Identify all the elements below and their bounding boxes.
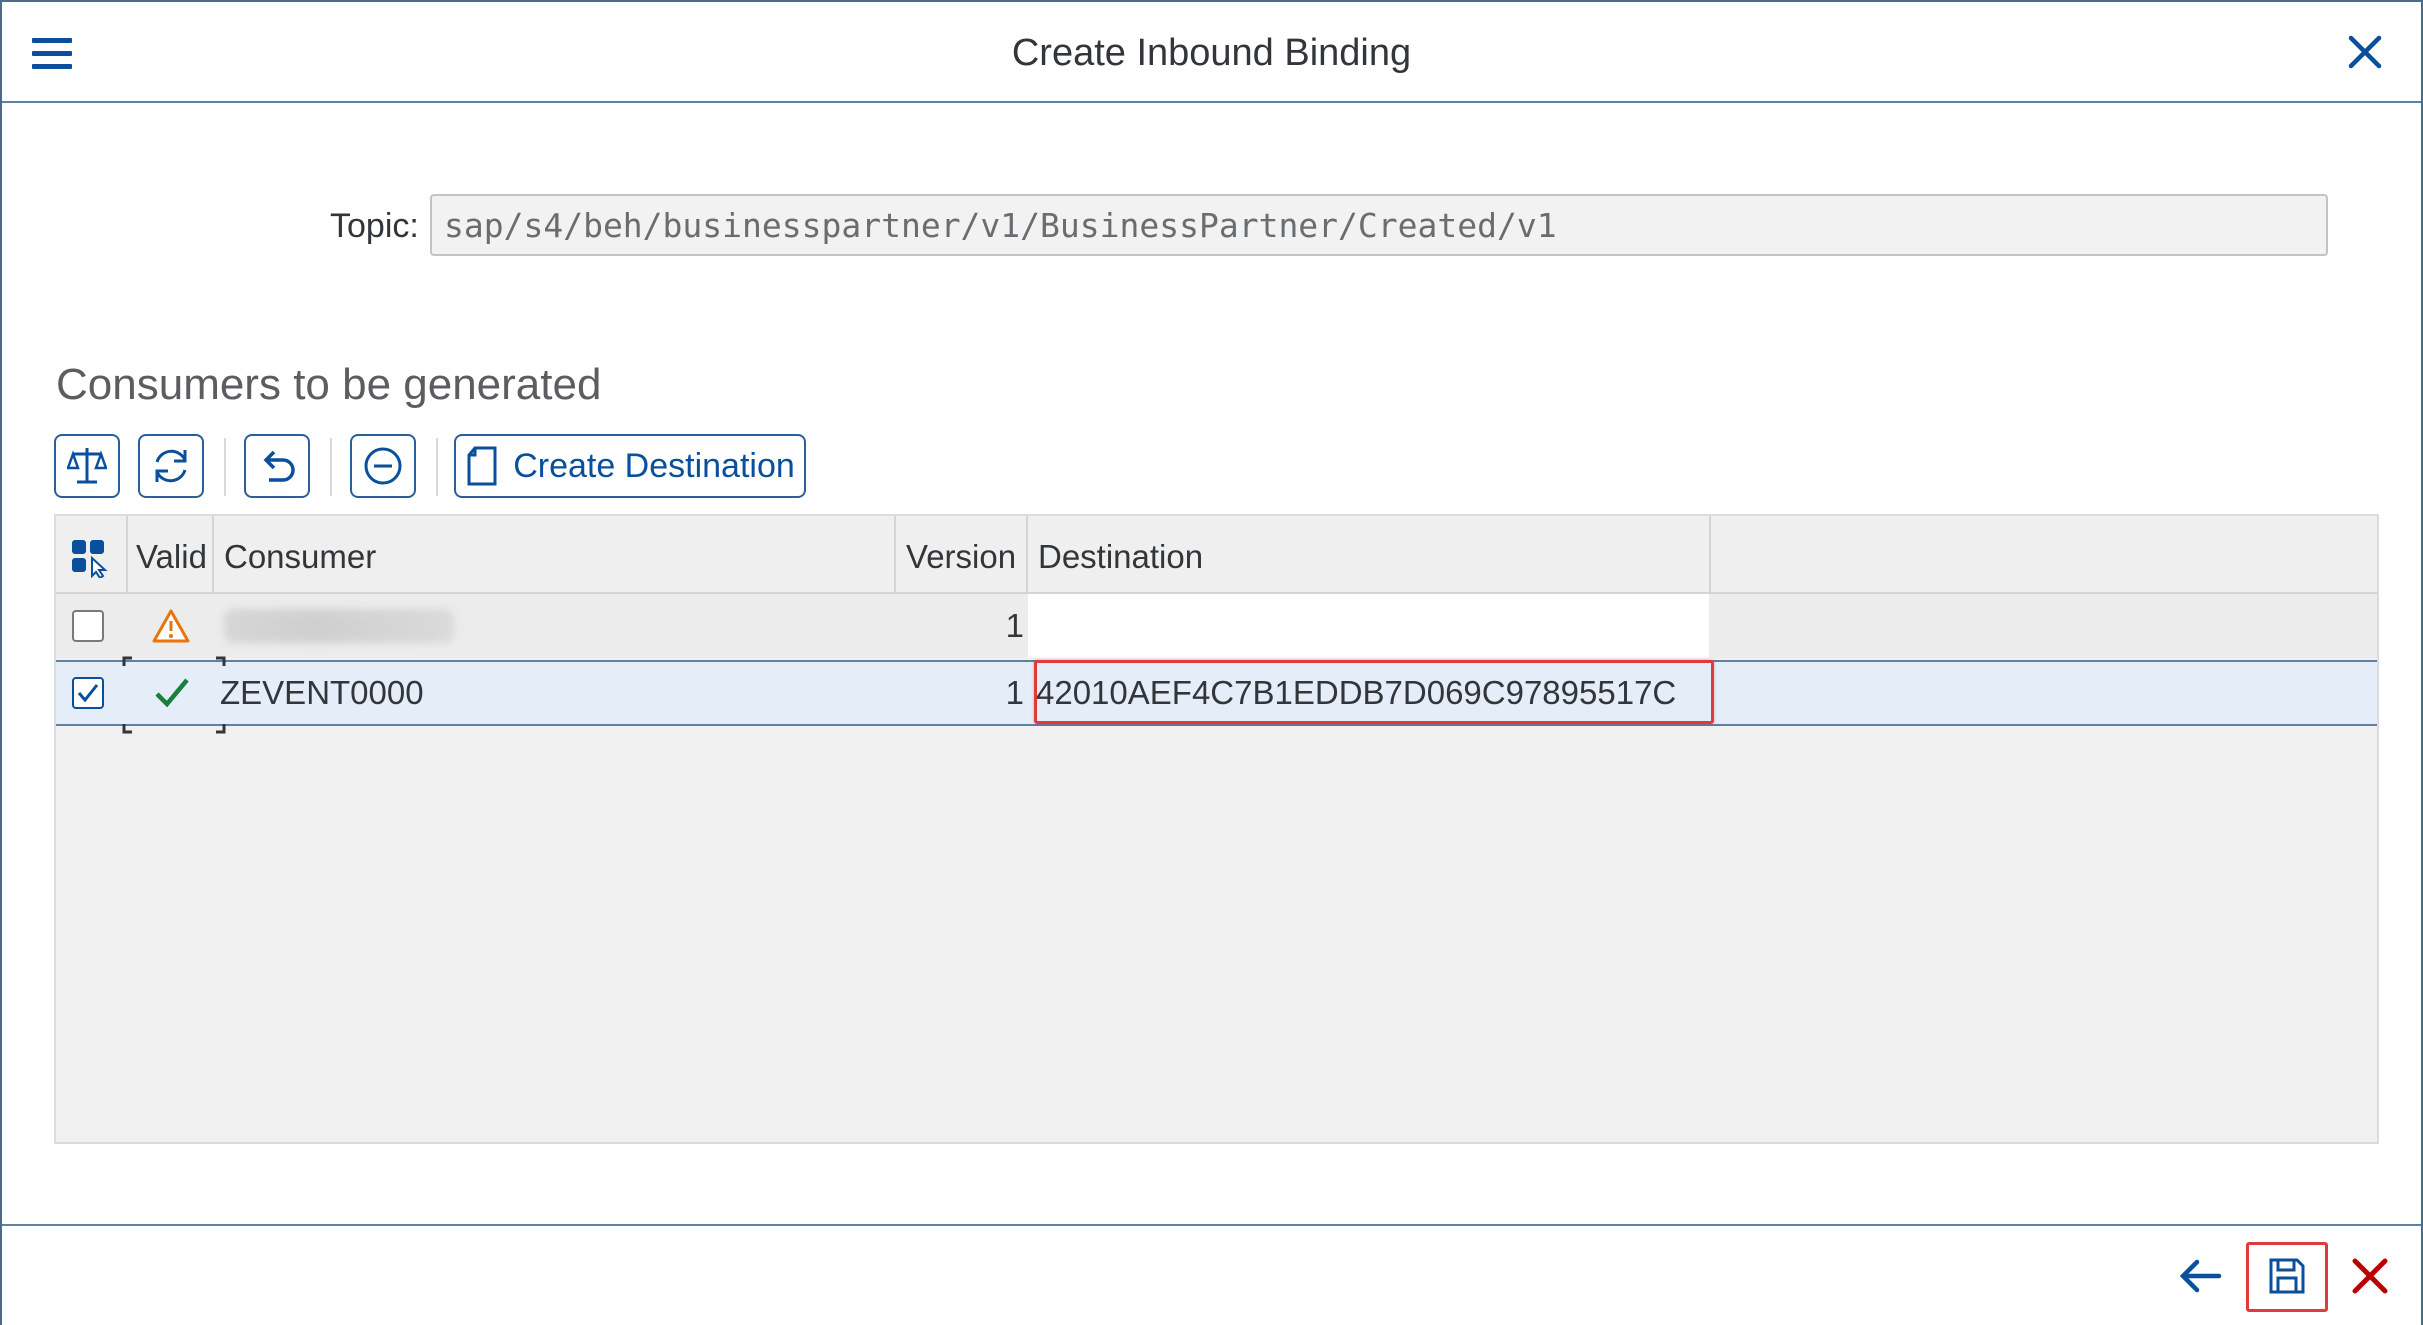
destination-highlight: [1034, 660, 1714, 724]
table-header: Valid Consumer Version Destination: [56, 516, 2377, 594]
row-select-checkbox[interactable]: [72, 594, 104, 658]
arrow-left-icon: [2179, 1259, 2222, 1293]
topic-field[interactable]: [430, 194, 2328, 256]
column-divider: [212, 516, 214, 594]
column-divider: [894, 516, 896, 594]
version-cell: 1: [1005, 607, 1024, 644]
table-row[interactable]: ZEVENT0000 1 42010AEF4C7B1EDDB7D069C9789…: [56, 656, 2377, 734]
toolbar-separator: [224, 438, 226, 496]
undo-icon: [263, 450, 295, 482]
dialog-window: Create Inbound Binding Topic: Consumers …: [0, 0, 2423, 1325]
document-icon: [467, 446, 497, 486]
select-all-icon[interactable]: [70, 538, 110, 583]
focus-brackets: [122, 656, 226, 734]
refresh-button[interactable]: [138, 434, 204, 498]
create-destination-button[interactable]: Create Destination: [454, 434, 806, 498]
column-divider: [1709, 516, 1711, 594]
consumers-table: Valid Consumer Version Destination 1 ZEV…: [54, 514, 2379, 1144]
warning-icon: [152, 594, 190, 658]
close-icon[interactable]: [2345, 32, 2385, 72]
consumer-cell-blurred: [224, 594, 454, 658]
cancel-button[interactable]: [2338, 1244, 2402, 1308]
column-divider: [1026, 516, 1028, 594]
undo-button[interactable]: [244, 434, 310, 498]
version-cell: 1: [1005, 674, 1024, 711]
destination-cell[interactable]: [1028, 594, 1709, 658]
balance-scale-icon: [67, 448, 107, 484]
row-select-checkbox[interactable]: [72, 662, 104, 724]
back-button[interactable]: [2168, 1244, 2232, 1308]
dialog-header: Create Inbound Binding: [2, 2, 2421, 103]
topic-label: Topic:: [330, 207, 419, 245]
column-header-consumer[interactable]: Consumer: [224, 538, 376, 576]
save-highlight: [2246, 1242, 2328, 1312]
column-header-valid[interactable]: Valid: [136, 538, 207, 576]
refresh-icon: [155, 449, 187, 483]
column-header-destination[interactable]: Destination: [1038, 538, 1203, 576]
table-row[interactable]: 1: [56, 594, 2377, 658]
dialog-footer: [2, 1224, 2421, 1325]
section-title: Consumers to be generated: [56, 360, 602, 409]
toolbar-separator: [330, 438, 332, 496]
toolbar-separator: [436, 438, 438, 496]
remove-icon: [364, 447, 402, 485]
valid-cell[interactable]: [122, 656, 226, 734]
column-header-version[interactable]: Version: [906, 538, 1016, 576]
compare-button[interactable]: [54, 434, 120, 498]
create-destination-label: Create Destination: [513, 446, 795, 485]
dialog-title: Create Inbound Binding: [1011, 32, 1412, 74]
column-divider: [126, 516, 128, 594]
close-icon: [2352, 1258, 2388, 1294]
remove-button[interactable]: [350, 434, 416, 498]
consumer-cell[interactable]: ZEVENT0000: [220, 662, 424, 724]
